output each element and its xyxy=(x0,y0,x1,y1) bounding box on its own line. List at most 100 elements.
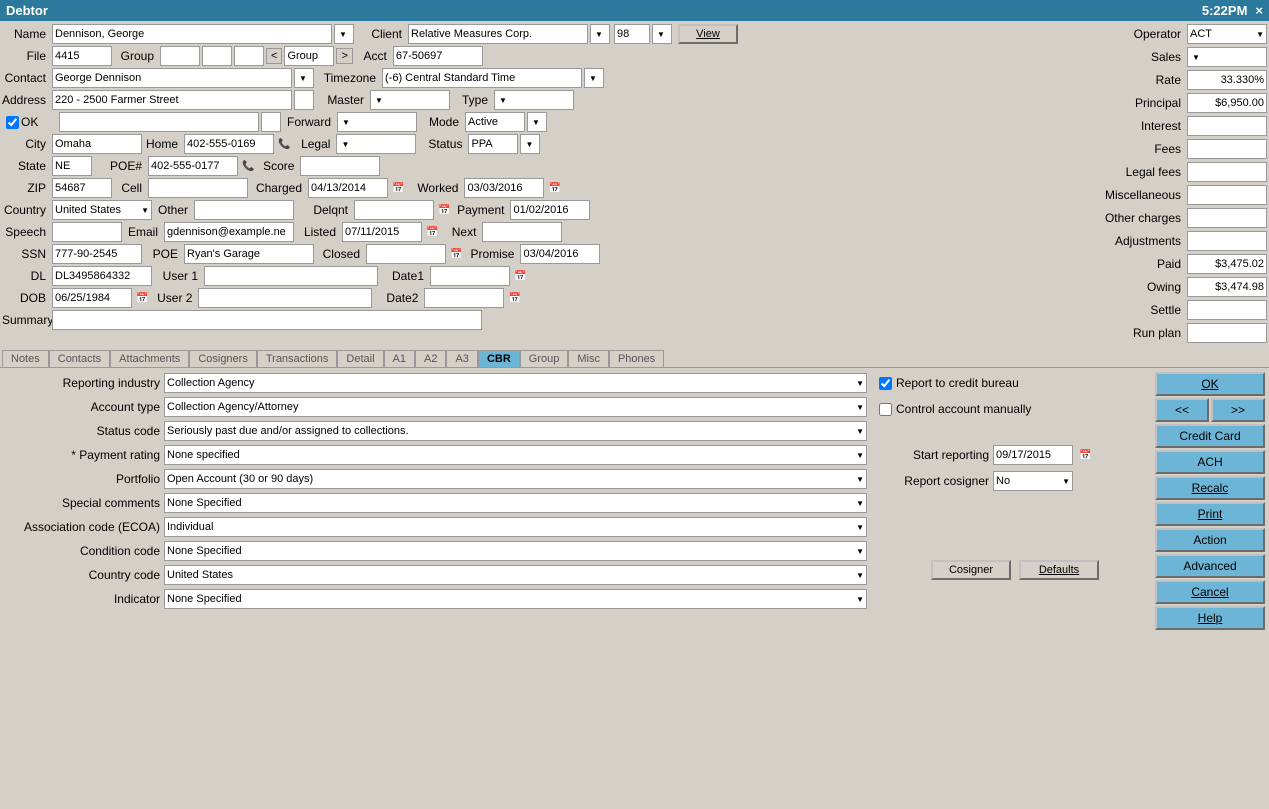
file-field[interactable]: 4415 xyxy=(52,46,112,66)
date1-cal-icon[interactable]: 📅 xyxy=(514,271,526,282)
date1-field[interactable] xyxy=(430,266,510,286)
name-field[interactable]: Dennison, George xyxy=(52,24,332,44)
close-button[interactable]: × xyxy=(1255,3,1263,18)
run-plan-field[interactable] xyxy=(1187,323,1267,343)
closed-cal-icon[interactable]: 📅 xyxy=(450,249,462,260)
home-phone-icon[interactable]: 📞 xyxy=(278,139,290,150)
name-dropdown[interactable] xyxy=(334,24,354,44)
ach-button[interactable]: ACH xyxy=(1155,450,1265,474)
sales-dropdown[interactable] xyxy=(1187,47,1267,67)
account-type-field[interactable]: Collection Agency/Attorney xyxy=(164,397,867,417)
client-dropdown[interactable] xyxy=(590,24,610,44)
report-credit-bureau-checkbox[interactable] xyxy=(879,377,892,390)
tab-phones[interactable]: Phones xyxy=(609,350,664,367)
misc-field[interactable] xyxy=(1187,185,1267,205)
report-cosigner-dropdown[interactable]: No xyxy=(993,471,1073,491)
tab-cosigners[interactable]: Cosigners xyxy=(189,350,257,367)
ok-field2[interactable] xyxy=(261,112,281,132)
ok-button[interactable]: OK xyxy=(1155,372,1265,396)
cancel-button[interactable]: Cancel xyxy=(1155,580,1265,604)
status-code-field[interactable]: Seriously past due and/or assigned to co… xyxy=(164,421,867,441)
tab-misc[interactable]: Misc xyxy=(568,350,609,367)
special-comments-field[interactable]: None Specified xyxy=(164,493,867,513)
group-next-btn[interactable]: > xyxy=(336,48,352,64)
start-reporting-field[interactable]: 09/17/2015 xyxy=(993,445,1073,465)
recalc-button[interactable]: Recalc xyxy=(1155,476,1265,500)
group-field2[interactable] xyxy=(202,46,232,66)
next-field[interactable] xyxy=(482,222,562,242)
tab-a2[interactable]: A2 xyxy=(415,350,446,367)
tab-cbr[interactable]: CBR xyxy=(478,350,520,367)
timezone-field[interactable]: (-6) Central Standard Time xyxy=(382,68,582,88)
group-field3[interactable] xyxy=(234,46,264,66)
listed-field[interactable]: 07/11/2015 xyxy=(342,222,422,242)
timezone-dropdown[interactable] xyxy=(584,68,604,88)
email-field[interactable]: gdennison@example.ne xyxy=(164,222,294,242)
assoc-code-field[interactable]: Individual xyxy=(164,517,867,537)
cosigner-button[interactable]: Cosigner xyxy=(931,560,1011,580)
ok-field[interactable] xyxy=(59,112,259,132)
prev-button[interactable]: << xyxy=(1155,398,1209,422)
home-field[interactable]: 402-555-0169 xyxy=(184,134,274,154)
credit-card-button[interactable]: Credit Card xyxy=(1155,424,1265,448)
client-num-field[interactable]: 98 xyxy=(614,24,650,44)
contact-field[interactable]: George Dennison xyxy=(52,68,292,88)
rate-field[interactable]: 33.330% xyxy=(1187,70,1267,90)
settle-field[interactable] xyxy=(1187,300,1267,320)
master-dropdown[interactable] xyxy=(370,90,450,110)
adjustments-field[interactable] xyxy=(1187,231,1267,251)
delqnt-cal-icon[interactable]: 📅 xyxy=(438,205,450,216)
poe-field[interactable]: 402-555-0177 xyxy=(148,156,238,176)
tab-transactions[interactable]: Transactions xyxy=(257,350,338,367)
tab-contacts[interactable]: Contacts xyxy=(49,350,110,367)
indicator-field[interactable]: None Specified xyxy=(164,589,867,609)
other-charges-field[interactable] xyxy=(1187,208,1267,228)
mode-dropdown[interactable] xyxy=(527,112,547,132)
ok-checkbox[interactable] xyxy=(6,116,19,129)
score-field[interactable] xyxy=(300,156,380,176)
start-reporting-cal-icon[interactable]: 📅 xyxy=(1079,450,1091,461)
date2-cal-icon[interactable]: 📅 xyxy=(508,293,520,304)
summary-field[interactable] xyxy=(52,310,482,330)
payment-field[interactable]: 01/02/2016 xyxy=(510,200,590,220)
dob-field[interactable]: 06/25/1984 xyxy=(52,288,132,308)
promise-field[interactable]: 03/04/2016 xyxy=(520,244,600,264)
listed-cal-icon[interactable]: 📅 xyxy=(426,227,438,238)
contact-dropdown[interactable] xyxy=(294,68,314,88)
fees-field[interactable] xyxy=(1187,139,1267,159)
forward-dropdown[interactable] xyxy=(337,112,417,132)
state-field[interactable]: NE xyxy=(52,156,92,176)
principal-field[interactable]: $6,950.00 xyxy=(1187,93,1267,113)
poe-phone-icon[interactable]: 📞 xyxy=(242,161,254,172)
other-field[interactable] xyxy=(194,200,294,220)
acct-field[interactable]: 67-50697 xyxy=(393,46,483,66)
group-nav-center[interactable]: Group xyxy=(284,46,334,66)
status-field[interactable]: PPA xyxy=(468,134,518,154)
paid-field[interactable]: $3,475.02 xyxy=(1187,254,1267,274)
print-button[interactable]: Print xyxy=(1155,502,1265,526)
legal-dropdown[interactable] xyxy=(336,134,416,154)
type-dropdown[interactable] xyxy=(494,90,574,110)
client-field[interactable]: Relative Measures Corp. xyxy=(408,24,588,44)
country-code-field[interactable]: United States xyxy=(164,565,867,585)
reporting-industry-field[interactable]: Collection Agency xyxy=(164,373,867,393)
zip-field[interactable]: 54687 xyxy=(52,178,112,198)
operator-dropdown[interactable]: ACT xyxy=(1187,24,1267,44)
mode-field[interactable]: Active xyxy=(465,112,525,132)
help-button[interactable]: Help xyxy=(1155,606,1265,630)
control-account-checkbox[interactable] xyxy=(879,403,892,416)
charged-cal-icon[interactable]: 📅 xyxy=(392,183,404,194)
worked-field[interactable]: 03/03/2016 xyxy=(464,178,544,198)
user2-field[interactable] xyxy=(198,288,372,308)
speech-field[interactable] xyxy=(52,222,122,242)
worked-cal-icon[interactable]: 📅 xyxy=(548,183,560,194)
country-dropdown[interactable]: United States xyxy=(52,200,152,220)
address-field2[interactable] xyxy=(294,90,314,110)
group-prev-btn[interactable]: < xyxy=(266,48,282,64)
tab-a3[interactable]: A3 xyxy=(446,350,477,367)
tab-notes[interactable]: Notes xyxy=(2,350,49,367)
date2-field[interactable] xyxy=(424,288,504,308)
advanced-button[interactable]: Advanced xyxy=(1155,554,1265,578)
address-field[interactable]: 220 - 2500 Farmer Street xyxy=(52,90,292,110)
portfolio-field[interactable]: Open Account (30 or 90 days) xyxy=(164,469,867,489)
